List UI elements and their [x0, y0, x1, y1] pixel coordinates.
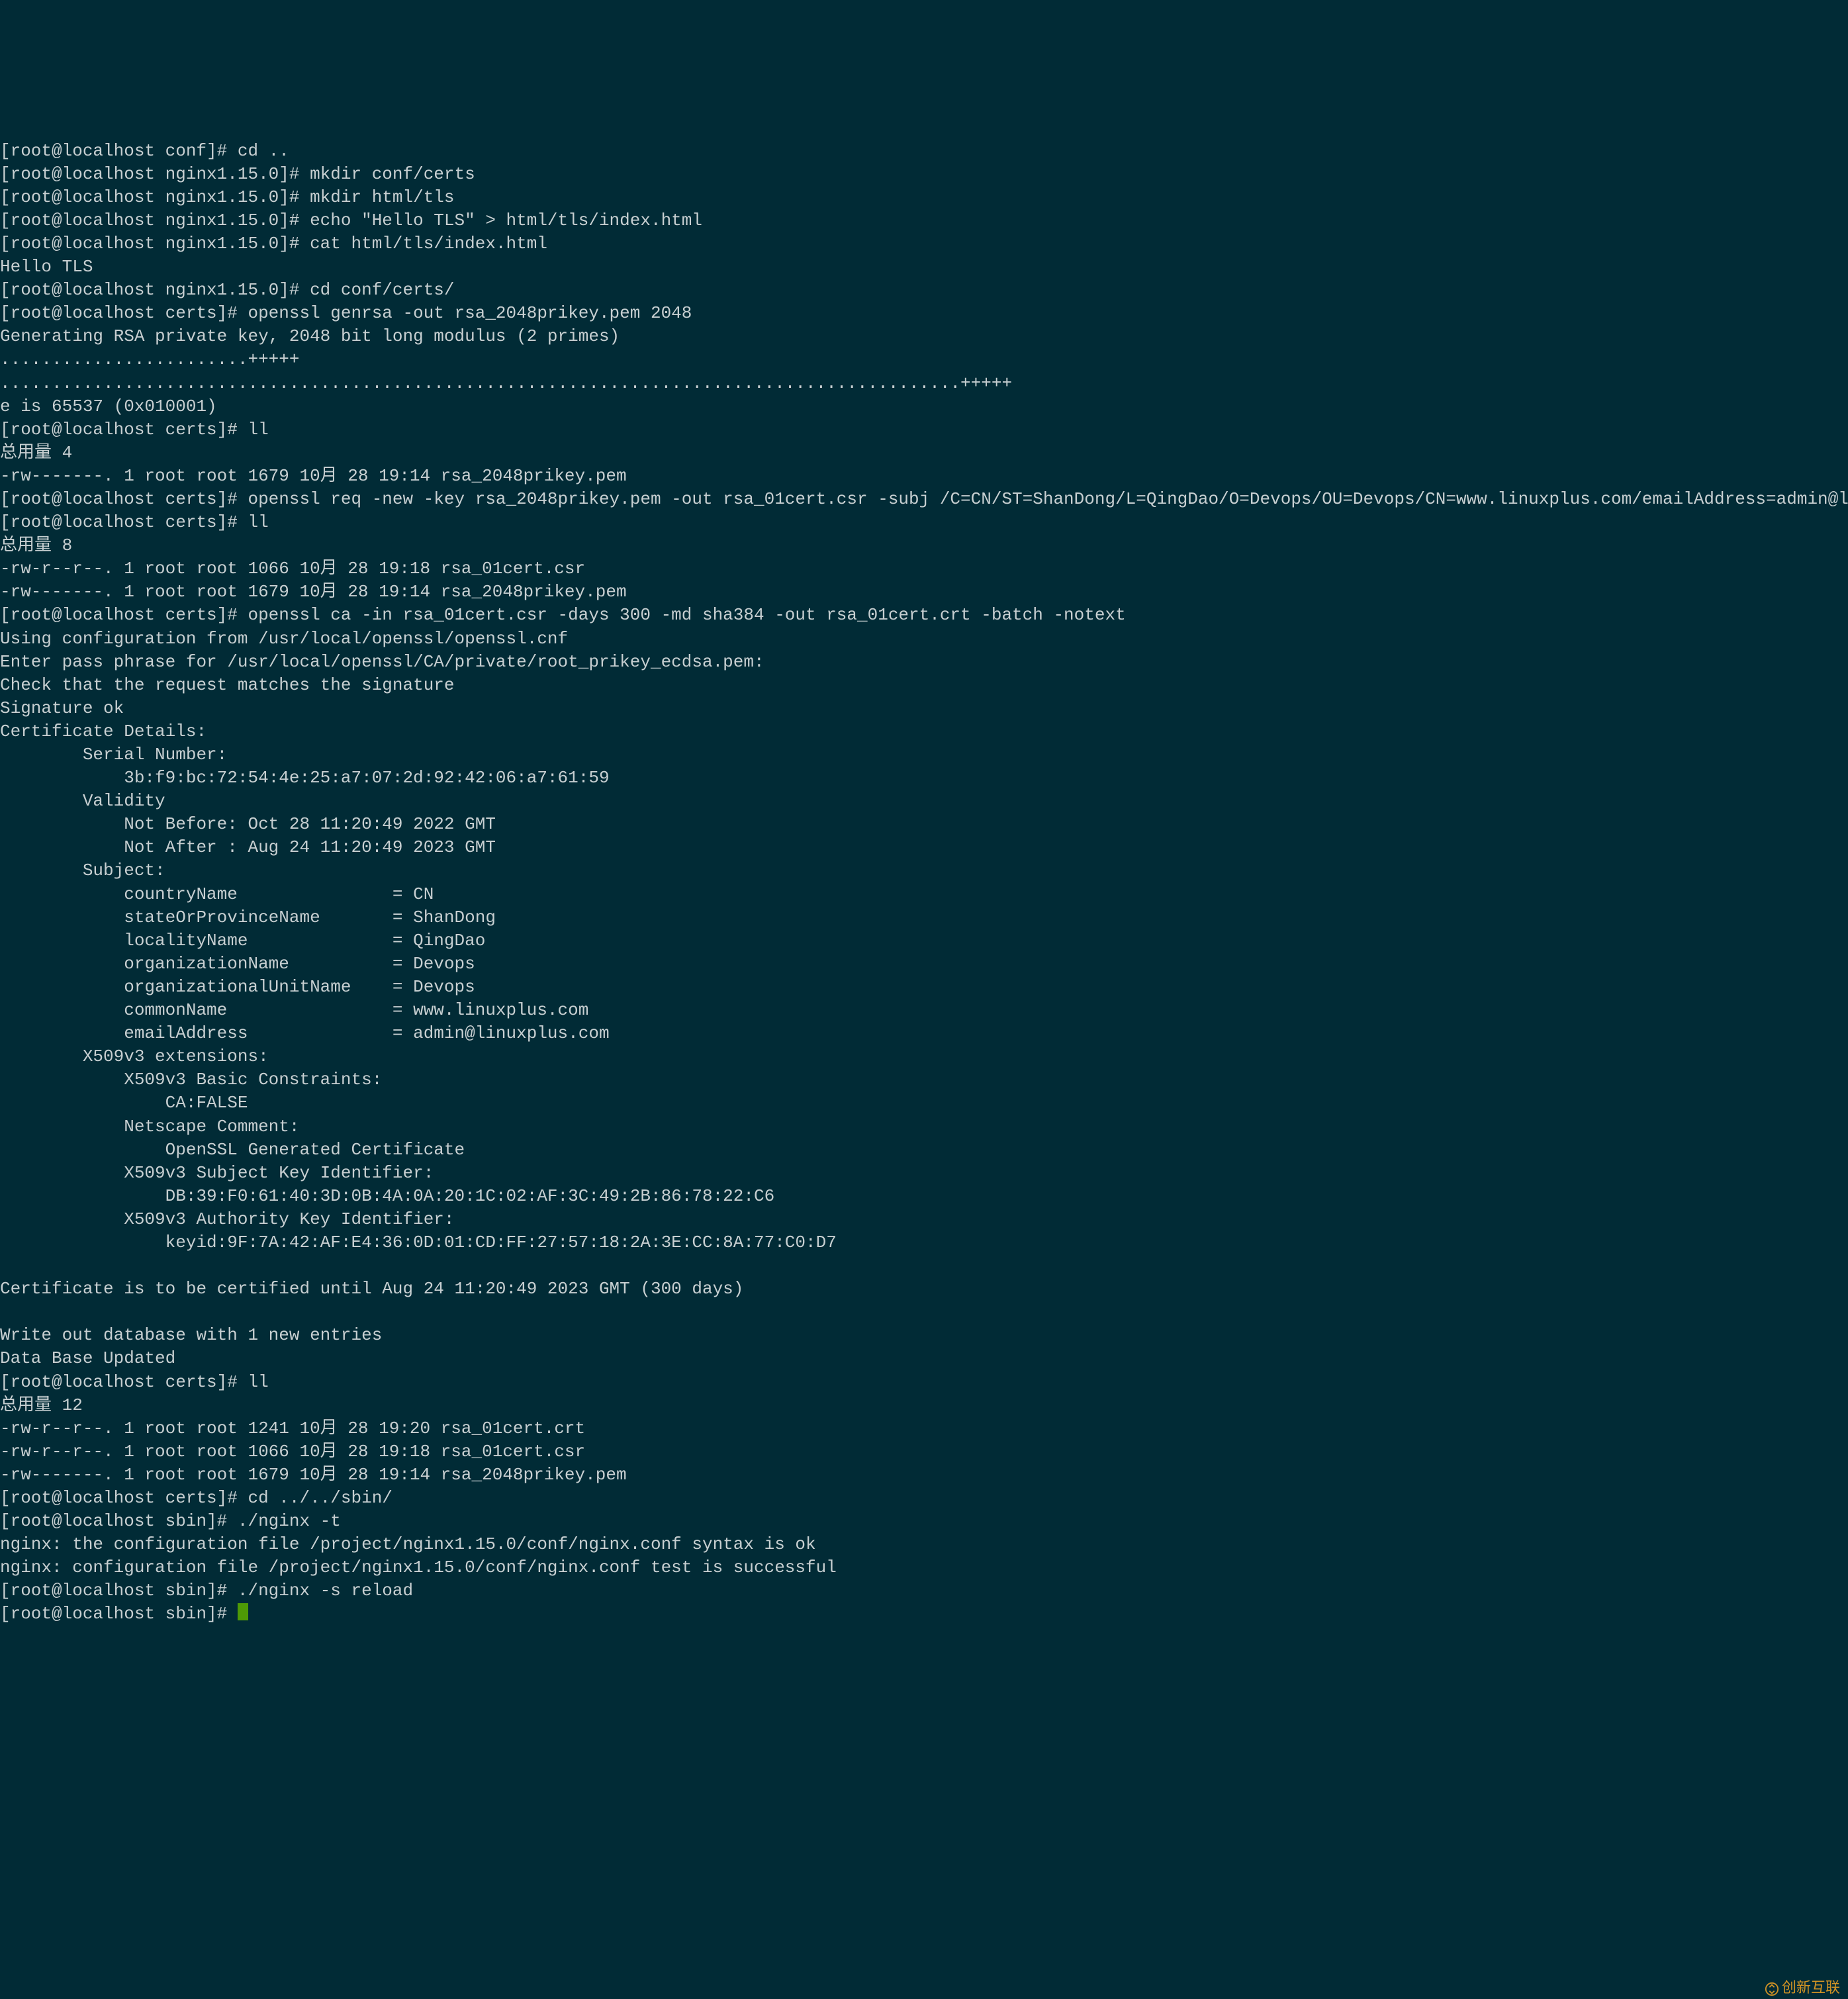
terminal-line: 总用量 4	[0, 443, 72, 463]
terminal-line: X509v3 extensions:	[0, 1046, 269, 1066]
terminal-line: [root@localhost nginx1.15.0]# mkdir html…	[0, 187, 455, 207]
terminal-line: [root@localhost sbin]# ./nginx -s reload	[0, 1581, 413, 1601]
cursor-icon	[238, 1603, 248, 1620]
terminal-line: X509v3 Authority Key Identifier:	[0, 1209, 465, 1229]
terminal-line: -rw-r--r--. 1 root root 1066 10月 28 19:1…	[0, 559, 585, 579]
terminal-line: Subject:	[0, 860, 165, 880]
terminal-line: Certificate is to be certified until Aug…	[0, 1279, 743, 1299]
terminal-line: Data Base Updated	[0, 1348, 175, 1368]
terminal-line: Not After : Aug 24 11:20:49 2023 GMT	[0, 837, 496, 857]
terminal-line: Not Before: Oct 28 11:20:49 2022 GMT	[0, 814, 496, 834]
terminal-line: localityName = QingDao	[0, 931, 485, 951]
terminal-line: Netscape Comment:	[0, 1117, 310, 1137]
terminal-line: [root@localhost certs]# openssl genrsa -…	[0, 303, 692, 323]
terminal-line: DB:39:F0:61:40:3D:0B:4A:0A:20:1C:02:AF:3…	[0, 1186, 774, 1206]
watermark: 创新互联	[1765, 1978, 1840, 1998]
terminal-line: -rw-r--r--. 1 root root 1066 10月 28 19:1…	[0, 1442, 585, 1462]
terminal-line: Hello TLS	[0, 257, 93, 277]
terminal-line: ........................................…	[0, 373, 1012, 393]
terminal-line: [root@localhost certs]# ll	[0, 512, 269, 532]
terminal-line: [root@localhost conf]# cd ..	[0, 141, 289, 161]
terminal-line: Write out database with 1 new entries	[0, 1325, 382, 1345]
terminal-line: [root@localhost nginx1.15.0]# cd conf/ce…	[0, 280, 455, 300]
terminal-line: -rw-------. 1 root root 1679 10月 28 19:1…	[0, 466, 627, 486]
terminal-line: Enter pass phrase for /usr/local/openssl…	[0, 652, 764, 672]
terminal-line: organizationName = Devops	[0, 954, 475, 974]
terminal-line: -rw-r--r--. 1 root root 1241 10月 28 19:2…	[0, 1418, 585, 1438]
terminal-line: Using configuration from /usr/local/open…	[0, 629, 568, 649]
terminal-line: [root@localhost sbin]# ./nginx -t	[0, 1511, 341, 1531]
terminal-line: keyid:9F:7A:42:AF:E4:36:0D:01:CD:FF:27:5…	[0, 1232, 837, 1252]
terminal-line: Check that the request matches the signa…	[0, 675, 455, 695]
watermark-icon	[1765, 1982, 1779, 1996]
terminal-line: nginx: the configuration file /project/n…	[0, 1534, 816, 1554]
terminal-line: CA:FALSE	[0, 1093, 248, 1113]
terminal-line: X509v3 Basic Constraints:	[0, 1070, 393, 1090]
terminal-line: [root@localhost certs]# openssl ca -in r…	[0, 605, 1126, 625]
terminal-line: 3b:f9:bc:72:54:4e:25:a7:07:2d:92:42:06:a…	[0, 768, 610, 788]
terminal-prompt-current[interactable]: [root@localhost sbin]#	[0, 1604, 238, 1624]
terminal-line: countryName = CN	[0, 884, 434, 904]
terminal-line: Validity	[0, 791, 165, 811]
terminal-line: OpenSSL Generated Certificate	[0, 1140, 465, 1160]
terminal[interactable]: [root@localhost conf]# cd .. [root@local…	[0, 116, 1848, 1628]
terminal-line: 总用量 8	[0, 535, 72, 555]
terminal-line: nginx: configuration file /project/nginx…	[0, 1557, 837, 1577]
terminal-line: -rw-------. 1 root root 1679 10月 28 19:1…	[0, 1465, 627, 1485]
terminal-line: Signature ok	[0, 698, 124, 718]
terminal-line: Serial Number:	[0, 745, 227, 765]
terminal-line: 总用量 12	[0, 1395, 83, 1415]
terminal-line: [root@localhost nginx1.15.0]# echo "Hell…	[0, 210, 702, 230]
terminal-line: emailAddress = admin@linuxplus.com	[0, 1023, 610, 1043]
terminal-line: [root@localhost certs]# cd ../../sbin/	[0, 1488, 393, 1508]
watermark-text: 创新互联	[1782, 1979, 1840, 1996]
terminal-line: Certificate Details:	[0, 721, 207, 741]
terminal-line: stateOrProvinceName = ShanDong	[0, 907, 496, 927]
terminal-line: Generating RSA private key, 2048 bit lon…	[0, 326, 620, 346]
terminal-line: [root@localhost certs]# openssl req -new…	[0, 489, 1848, 509]
terminal-line: ........................+++++	[0, 349, 299, 369]
terminal-line: [root@localhost certs]# ll	[0, 420, 269, 440]
terminal-line: [root@localhost certs]# ll	[0, 1372, 269, 1392]
terminal-line: organizationalUnitName = Devops	[0, 977, 475, 997]
terminal-line: [root@localhost nginx1.15.0]# cat html/t…	[0, 234, 547, 254]
terminal-line: -rw-------. 1 root root 1679 10月 28 19:1…	[0, 582, 627, 602]
terminal-line: X509v3 Subject Key Identifier:	[0, 1163, 444, 1183]
terminal-line: e is 65537 (0x010001)	[0, 396, 217, 416]
terminal-line: [root@localhost nginx1.15.0]# mkdir conf…	[0, 164, 475, 184]
terminal-line: commonName = www.linuxplus.com	[0, 1000, 588, 1020]
